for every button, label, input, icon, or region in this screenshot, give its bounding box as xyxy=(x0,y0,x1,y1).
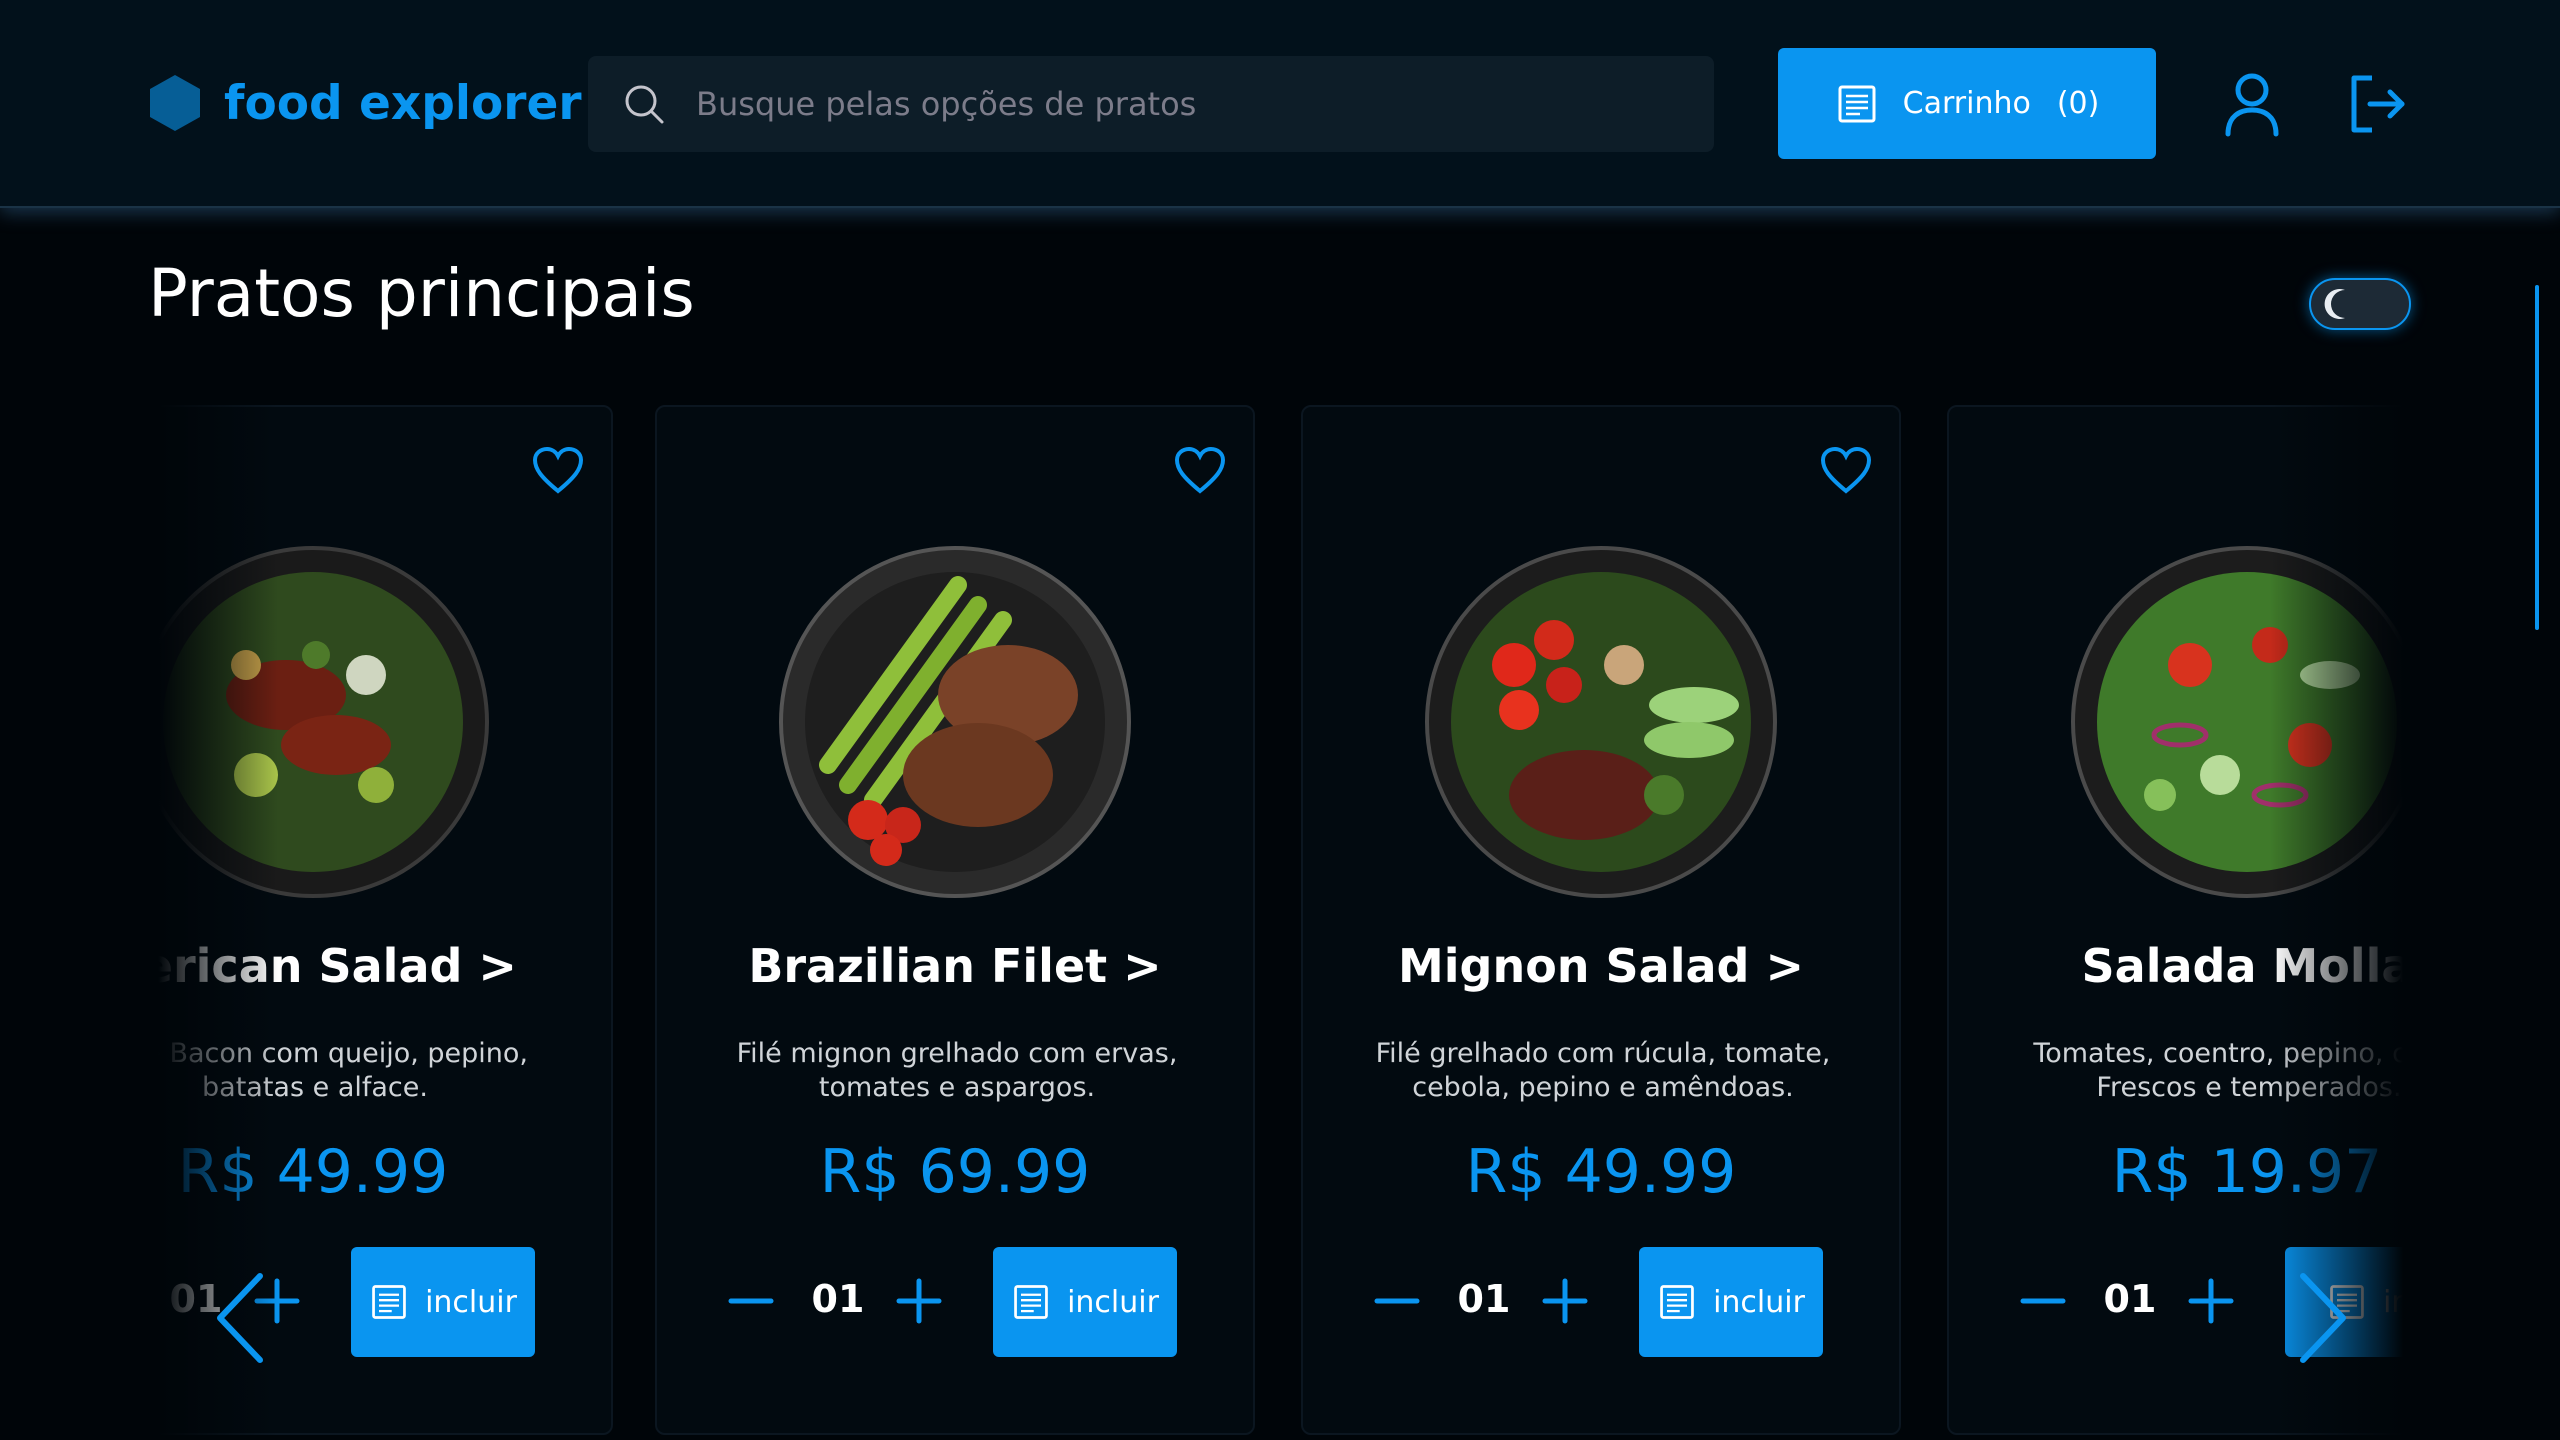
receipt-icon xyxy=(1838,85,1876,122)
header: food explorer Carrinho (0) xyxy=(0,0,2560,208)
heart-icon[interactable] xyxy=(1173,445,1227,495)
heart-icon[interactable] xyxy=(1819,445,1873,495)
dish-description: Tomates, coentro, pepino, cebol Frescos … xyxy=(2033,1038,2410,1103)
dish-price: R$ 49.99 xyxy=(1465,1137,1737,1207)
quantity-value: 01 xyxy=(1457,1277,1511,1321)
add-to-cart-label: incluir xyxy=(1713,1284,1805,1320)
hexagon-logo-icon xyxy=(150,75,200,131)
search-bar[interactable] xyxy=(588,56,1714,152)
cart-label: Carrinho xyxy=(1902,86,2031,121)
receipt-icon xyxy=(1014,1285,1048,1319)
scrollbar[interactable] xyxy=(2535,285,2539,630)
user-icon xyxy=(2225,73,2279,137)
minus-icon[interactable] xyxy=(1371,1275,1423,1327)
add-to-cart-label: incluir xyxy=(1067,1284,1159,1320)
receipt-icon xyxy=(1660,1285,1694,1319)
theme-toggle[interactable] xyxy=(2309,278,2411,330)
dish-price: R$ 19.97 xyxy=(2111,1137,2383,1207)
sign-out-icon xyxy=(2351,75,2405,133)
minus-icon[interactable] xyxy=(725,1275,777,1327)
plus-icon[interactable] xyxy=(893,1275,945,1327)
cart-button[interactable]: Carrinho (0) xyxy=(1778,48,2156,159)
dish-image[interactable] xyxy=(1424,545,1778,899)
dish-image[interactable] xyxy=(778,545,1132,899)
dish-name[interactable]: Brazilian Filet > xyxy=(657,939,1253,993)
receipt-icon xyxy=(372,1285,406,1319)
dish-image[interactable] xyxy=(148,545,490,899)
profile-button[interactable] xyxy=(2220,70,2284,138)
dish-description: Filé grelhado com rúcula, tomate, cebola… xyxy=(1375,1038,1831,1103)
carousel-next-button[interactable] xyxy=(2293,1270,2353,1366)
dish-description: Filé mignon grelhado com ervas, tomates … xyxy=(736,1038,1178,1103)
search-icon xyxy=(625,85,664,124)
dish-price: R$ 69.99 xyxy=(819,1137,1091,1207)
add-to-cart-button[interactable]: incluir xyxy=(993,1247,1177,1357)
dish-name[interactable]: nerican Salad > xyxy=(148,939,611,993)
dish-name[interactable]: Mignon Salad > xyxy=(1303,939,1899,993)
search-input[interactable] xyxy=(694,84,1598,124)
chevron-right-icon xyxy=(2300,1273,2346,1363)
dish-name[interactable]: Salada Molla xyxy=(1949,939,2410,993)
chevron-left-icon xyxy=(217,1273,263,1363)
carousel-prev-button[interactable] xyxy=(210,1270,270,1366)
quantity-value: 01 xyxy=(2103,1277,2157,1321)
add-to-cart-label: inc xyxy=(2383,1284,2410,1320)
add-to-cart-label: incluir xyxy=(425,1284,517,1320)
quantity-value: 01 xyxy=(811,1277,865,1321)
section-title: Pratos principais xyxy=(148,255,695,332)
plus-icon[interactable] xyxy=(1539,1275,1591,1327)
heart-icon[interactable] xyxy=(531,445,585,495)
logout-button[interactable] xyxy=(2346,70,2410,138)
add-to-cart-button[interactable]: incluir xyxy=(351,1247,535,1357)
dish-image[interactable] xyxy=(2070,545,2410,899)
moon-icon xyxy=(2324,289,2345,319)
plus-icon[interactable] xyxy=(2185,1275,2237,1327)
dish-card[interactable]: Mignon Salad > Filé grelhado com rúcula,… xyxy=(1301,405,1901,1435)
quantity-stepper: 01 incluir xyxy=(717,1247,1197,1357)
add-to-cart-button[interactable]: incluir xyxy=(1639,1247,1823,1357)
dish-price: R$ 49.99 xyxy=(177,1137,449,1207)
minus-icon[interactable] xyxy=(2017,1275,2069,1327)
cart-count: (0) xyxy=(2056,86,2100,121)
dish-card[interactable]: Brazilian Filet > Filé mignon grelhado c… xyxy=(655,405,1255,1435)
dish-description: a de Bacon com queijo, pepino, batatas e… xyxy=(148,1038,528,1103)
quantity-stepper: 01 incluir xyxy=(1363,1247,1843,1357)
logo[interactable]: food explorer xyxy=(148,68,582,138)
brand-name: food explorer xyxy=(224,75,582,131)
dish-carousel: nerican Salad > a de Bacon com queijo, p… xyxy=(148,400,2410,1440)
